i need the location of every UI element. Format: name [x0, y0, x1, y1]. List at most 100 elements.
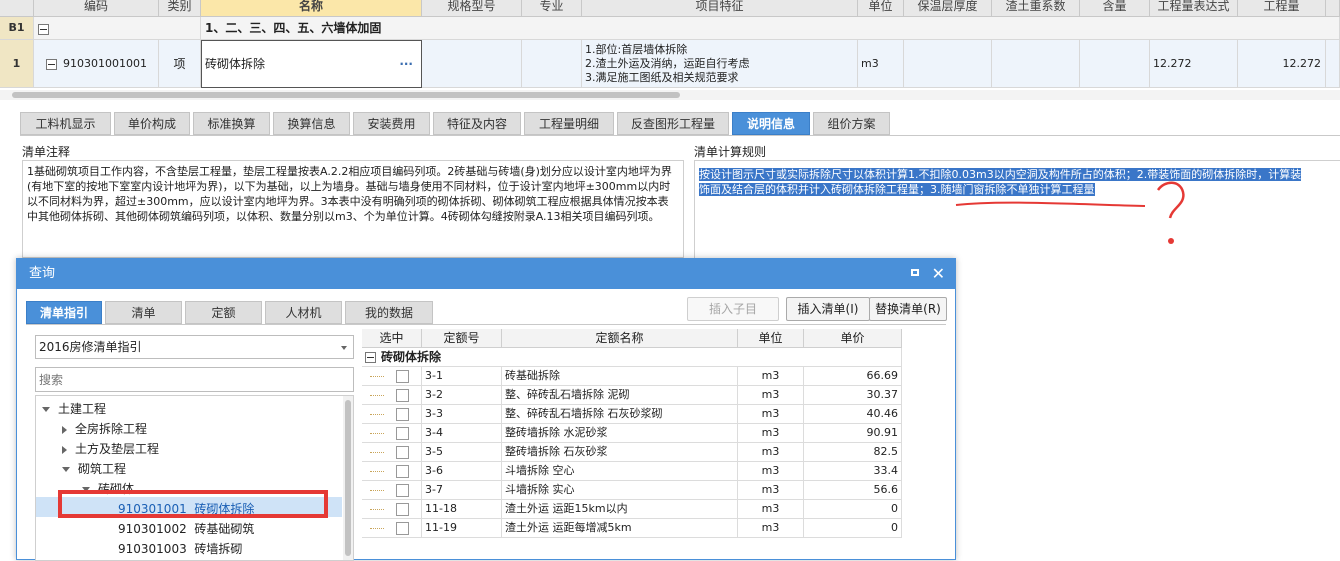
collapse-icon[interactable]	[38, 23, 49, 35]
collapse-icon[interactable]	[365, 352, 376, 363]
quota-code[interactable]: 11-19	[422, 519, 502, 538]
quota-unit[interactable]: m3	[738, 367, 804, 386]
tree-scrollbar-thumb[interactable]	[345, 400, 351, 556]
col-header-insulation[interactable]: 保温层厚度	[904, 0, 992, 17]
scrollbar-thumb[interactable]	[12, 92, 680, 98]
tab-install-cost[interactable]: 安装费用	[353, 112, 430, 135]
insulation-cell[interactable]	[904, 40, 992, 88]
quota-name[interactable]: 砖基础拆除	[502, 367, 738, 386]
quota-unit[interactable]: m3	[738, 443, 804, 462]
tab-standard-conversion[interactable]: 标准换算	[193, 112, 270, 135]
tab-price-composition[interactable]: 单价构成	[114, 112, 190, 135]
quota-header-select[interactable]: 选中	[362, 329, 422, 348]
chevron-right-icon[interactable]	[62, 445, 67, 454]
tab-list-guide[interactable]: 清单指引	[26, 301, 102, 324]
quota-select-cell[interactable]	[362, 519, 422, 538]
row-checkbox[interactable]	[396, 464, 409, 478]
col-header-feature[interactable]: 项目特征	[582, 0, 858, 17]
quota-unit[interactable]: m3	[738, 481, 804, 500]
quota-header-unit[interactable]: 单位	[738, 329, 804, 348]
row-checkbox[interactable]	[396, 445, 409, 459]
quota-code[interactable]: 3-6	[422, 462, 502, 481]
quota-price[interactable]: 82.5	[804, 443, 902, 462]
tab-quantity-detail[interactable]: 工程量明细	[524, 112, 614, 135]
tab-conversion-info[interactable]: 换算信息	[273, 112, 350, 135]
row-checkbox[interactable]	[396, 521, 409, 535]
quota-name[interactable]: 渣土外运 运距每增减5km	[502, 519, 738, 538]
insert-list-button[interactable]: 插入清单(I)	[786, 297, 870, 321]
quota-unit[interactable]: m3	[738, 386, 804, 405]
row-number[interactable]: B1	[0, 17, 34, 40]
row-number[interactable]: 1	[0, 40, 34, 88]
chevron-right-icon[interactable]	[62, 425, 67, 434]
quota-code[interactable]: 3-7	[422, 481, 502, 500]
tab-my-data[interactable]: 我的数据	[345, 301, 433, 324]
quota-price[interactable]: 66.69	[804, 367, 902, 386]
tab-features[interactable]: 特征及内容	[433, 112, 521, 135]
col-header-unit[interactable]: 单位	[858, 0, 904, 17]
quota-price[interactable]: 30.37	[804, 386, 902, 405]
col-header-content[interactable]: 含量	[1080, 0, 1150, 17]
row-checkbox[interactable]	[396, 369, 409, 383]
quota-header-name[interactable]: 定额名称	[502, 329, 738, 348]
spec-cell[interactable]	[422, 40, 522, 88]
feature-cell[interactable]: 1.部位:首层墙体拆除 2.渣土外运及消纳，运距自行考虑 3.满足施工图纸及相关…	[582, 40, 858, 88]
quota-select-cell[interactable]	[362, 405, 422, 424]
quota-name[interactable]: 斗墙拆除 实心	[502, 481, 738, 500]
tab-list[interactable]: 清单	[105, 301, 182, 324]
quota-name[interactable]: 整砖墙拆除 水泥砂浆	[502, 424, 738, 443]
insert-child-button[interactable]: 插入子目	[687, 297, 779, 321]
guide-select[interactable]: 2016房修清单指引	[35, 335, 354, 359]
more-icon[interactable]: ···	[399, 41, 413, 87]
expression-cell[interactable]: 12.272	[1150, 40, 1238, 88]
tab-pricing-scheme[interactable]: 组价方案	[813, 112, 890, 135]
quota-price[interactable]: 40.46	[804, 405, 902, 424]
quota-unit[interactable]: m3	[738, 405, 804, 424]
row-checkbox[interactable]	[396, 388, 409, 402]
quantity-cell[interactable]: 12.272	[1238, 40, 1326, 88]
tree-node-910301002[interactable]: 910301002 砖基础砌筑	[118, 520, 254, 537]
quota-code[interactable]: 3-3	[422, 405, 502, 424]
tab-quota[interactable]: 定额	[185, 301, 262, 324]
search-input[interactable]	[35, 367, 354, 392]
col-header-type[interactable]: 类别	[159, 0, 201, 17]
content-cell[interactable]	[1080, 40, 1150, 88]
row-checkbox[interactable]	[396, 502, 409, 516]
col-header-code[interactable]: 编码	[34, 0, 159, 17]
type-cell[interactable]: 项	[159, 40, 201, 88]
notes-text[interactable]: 1基础砌筑项目工作内容，不含垫层工程量，垫层工程量按表A.2.2相应项目编码列项…	[22, 160, 684, 258]
quota-group-row[interactable]: 砖砌体拆除	[362, 348, 902, 367]
collapse-icon[interactable]	[46, 58, 57, 70]
tree-node-civil[interactable]: 土建工程	[42, 400, 106, 417]
name-cell[interactable]: 砖砌体拆除 ···	[201, 40, 422, 88]
quota-price[interactable]: 33.4	[804, 462, 902, 481]
tree-node-910301003[interactable]: 910301003 砖墙拆砌	[118, 540, 242, 557]
quota-name[interactable]: 斗墙拆除 空心	[502, 462, 738, 481]
quota-price[interactable]: 0	[804, 519, 902, 538]
quota-header-code[interactable]: 定额号	[422, 329, 502, 348]
soil-factor-cell[interactable]	[992, 40, 1080, 88]
col-header-name[interactable]: 名称	[201, 0, 422, 17]
col-header-spec[interactable]: 规格型号	[422, 0, 522, 17]
quota-select-cell[interactable]	[362, 367, 422, 386]
replace-list-button[interactable]: 替换清单(R)	[869, 297, 947, 321]
quota-code[interactable]: 3-4	[422, 424, 502, 443]
quota-price[interactable]: 90.91	[804, 424, 902, 443]
quota-select-cell[interactable]	[362, 424, 422, 443]
quota-name[interactable]: 整砖墙拆除 石灰砂浆	[502, 443, 738, 462]
quota-price[interactable]: 0	[804, 500, 902, 519]
quota-code[interactable]: 3-5	[422, 443, 502, 462]
row-checkbox[interactable]	[396, 426, 409, 440]
tab-description[interactable]: 说明信息	[732, 112, 810, 135]
row-checkbox[interactable]	[396, 407, 409, 421]
section-toggle-cell[interactable]	[34, 17, 201, 40]
quota-code[interactable]: 3-2	[422, 386, 502, 405]
quota-unit[interactable]: m3	[738, 519, 804, 538]
close-icon[interactable]: ✕	[932, 259, 945, 289]
quota-name[interactable]: 整、碎砖乱石墙拆除 石灰砂浆砌	[502, 405, 738, 424]
quota-price[interactable]: 56.6	[804, 481, 902, 500]
quota-code[interactable]: 11-18	[422, 500, 502, 519]
dialog-title-bar[interactable]: 查询 ✕	[17, 259, 955, 289]
chevron-down-icon[interactable]	[42, 407, 50, 412]
unit-cell[interactable]: m3	[858, 40, 904, 88]
